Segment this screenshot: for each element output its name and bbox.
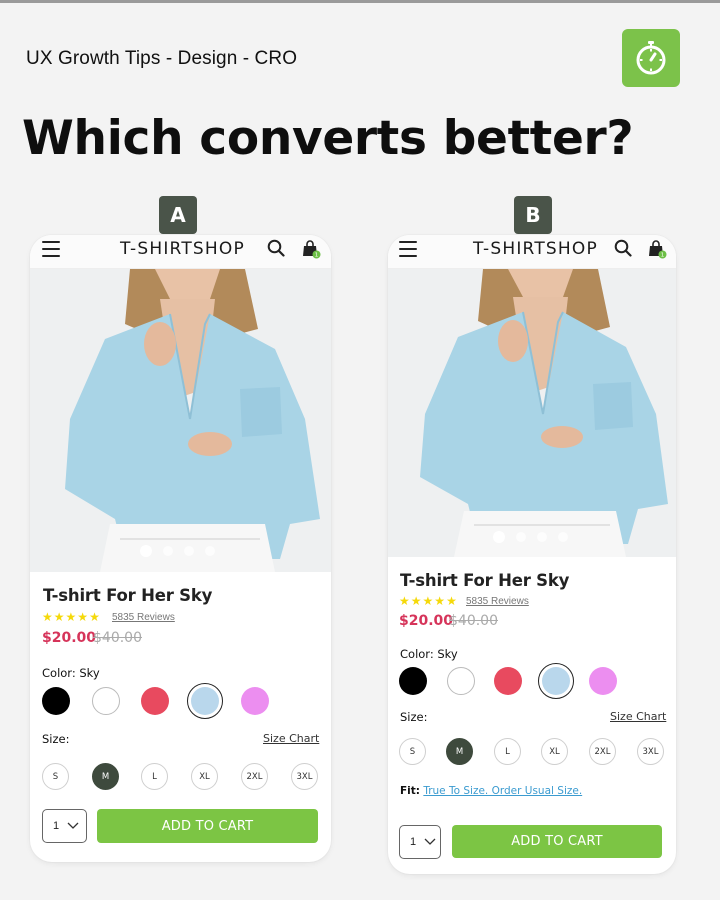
size-option-s[interactable]: S <box>399 738 426 765</box>
size-option-xl[interactable]: XL <box>541 738 568 765</box>
fit-label: Fit: <box>400 785 420 797</box>
shopping-bag-icon[interactable]: 1 <box>301 239 321 259</box>
chevron-down-icon <box>67 822 79 829</box>
size-option-3xl[interactable]: 3XL <box>291 763 318 790</box>
star-icon: ★ <box>422 594 434 608</box>
add-to-cart-button[interactable]: ADD TO CART <box>452 825 662 858</box>
headline: Which converts better? <box>22 111 634 166</box>
variant-badge-a: A <box>159 196 197 234</box>
cart-count: 1 <box>315 253 319 259</box>
star-icon: ★ <box>446 594 457 608</box>
color-swatch-pink[interactable] <box>589 667 617 695</box>
star-icon: ★ <box>53 610 65 624</box>
product-title: T-shirt For Her Sky <box>43 586 213 605</box>
size-option-m[interactable]: M <box>92 763 119 790</box>
shop-title[interactable]: T-SHIRTSHOP <box>120 239 245 259</box>
search-icon[interactable] <box>614 239 632 257</box>
size-option-2xl[interactable]: 2XL <box>589 738 616 765</box>
product-image[interactable] <box>30 269 331 572</box>
quantity-value: 1 <box>53 820 60 832</box>
shop-title[interactable]: T-SHIRTSHOP <box>473 239 598 259</box>
color-swatch-black[interactable] <box>399 667 427 695</box>
size-option-l[interactable]: L <box>494 738 521 765</box>
color-label: Color: Sky <box>42 666 100 680</box>
size-label: Size: <box>400 710 428 724</box>
quantity-select[interactable]: 1 <box>42 809 87 843</box>
product-photo-illustration <box>30 269 331 572</box>
cart-count: 1 <box>661 253 665 259</box>
color-swatch-white[interactable] <box>92 687 120 715</box>
original-price: $40.00 <box>449 613 498 629</box>
star-icon: ★ <box>42 610 53 624</box>
color-swatch-sky[interactable] <box>187 683 223 719</box>
size-option-3xl[interactable]: 3XL <box>637 738 664 765</box>
logo-badge <box>622 29 680 87</box>
stopwatch-icon <box>636 41 666 75</box>
app-header: T-SHIRTSHOP 1 <box>388 235 676 269</box>
original-price: $40.00 <box>93 630 142 646</box>
carousel-dot[interactable] <box>163 546 173 556</box>
quantity-value: 1 <box>410 836 417 848</box>
star-icon: ★ <box>434 594 446 608</box>
size-label: Size: <box>42 732 70 746</box>
shopping-bag-icon[interactable]: 1 <box>647 239 667 259</box>
color-swatch-red[interactable] <box>494 667 522 695</box>
variant-a-card: T-SHIRTSHOP 1 T-shirt For Her Sky ★ ★ ★ … <box>30 235 331 862</box>
search-icon[interactable] <box>267 239 285 257</box>
reviews-link[interactable]: 5835 Reviews <box>466 596 529 607</box>
size-option-s[interactable]: S <box>42 763 69 790</box>
sale-price: $20.00 <box>399 613 454 629</box>
carousel-dot[interactable] <box>558 532 568 542</box>
star-icon: ★ <box>410 594 422 608</box>
app-header: T-SHIRTSHOP 1 <box>30 235 331 269</box>
size-chart-link[interactable]: Size Chart <box>263 732 319 745</box>
size-option-xl[interactable]: XL <box>191 763 218 790</box>
add-to-cart-button[interactable]: ADD TO CART <box>97 809 318 843</box>
size-option-l[interactable]: L <box>141 763 168 790</box>
size-option-2xl[interactable]: 2XL <box>241 763 268 790</box>
color-swatch-sky[interactable] <box>538 663 574 699</box>
carousel-dot[interactable] <box>205 546 215 556</box>
carousel-dot[interactable] <box>493 531 505 543</box>
fit-note: Fit: True To Size. Order Usual Size. <box>400 785 582 797</box>
size-option-m[interactable]: M <box>446 738 473 765</box>
carousel-dots <box>140 545 215 557</box>
star-icon: ★ <box>89 610 100 624</box>
product-title: T-shirt For Her Sky <box>400 571 570 590</box>
star-icon: ★ <box>77 610 89 624</box>
rating-stars: ★ ★ ★ ★ ★ <box>42 610 100 624</box>
rating-stars: ★ ★ ★ ★ ★ <box>399 594 457 608</box>
carousel-dot[interactable] <box>140 545 152 557</box>
brand-line: UX Growth Tips - Design - CRO <box>26 48 298 69</box>
color-label: Color: Sky <box>400 647 458 661</box>
color-swatch-black[interactable] <box>42 687 70 715</box>
star-icon: ★ <box>65 610 77 624</box>
menu-icon[interactable] <box>399 241 417 257</box>
color-swatch-pink[interactable] <box>241 687 269 715</box>
carousel-dot[interactable] <box>516 532 526 542</box>
color-swatch-red[interactable] <box>141 687 169 715</box>
carousel-dot[interactable] <box>537 532 547 542</box>
carousel-dots <box>493 531 568 543</box>
fit-guidance-link[interactable]: True To Size. Order Usual Size. <box>423 785 582 797</box>
carousel-dot[interactable] <box>184 546 194 556</box>
star-icon: ★ <box>399 594 410 608</box>
size-chart-link[interactable]: Size Chart <box>610 710 666 723</box>
menu-icon[interactable] <box>42 241 60 257</box>
variant-badge-b: B <box>514 196 552 234</box>
product-image[interactable] <box>388 269 676 557</box>
reviews-link[interactable]: 5835 Reviews <box>112 612 175 623</box>
color-swatch-white[interactable] <box>447 667 475 695</box>
product-photo-illustration <box>388 269 676 557</box>
chevron-down-icon <box>424 838 436 845</box>
sale-price: $20.00 <box>42 630 97 646</box>
variant-b-card: T-SHIRTSHOP 1 T-shirt For Her Sky ★ ★ ★ … <box>388 235 676 874</box>
quantity-select[interactable]: 1 <box>399 825 441 859</box>
